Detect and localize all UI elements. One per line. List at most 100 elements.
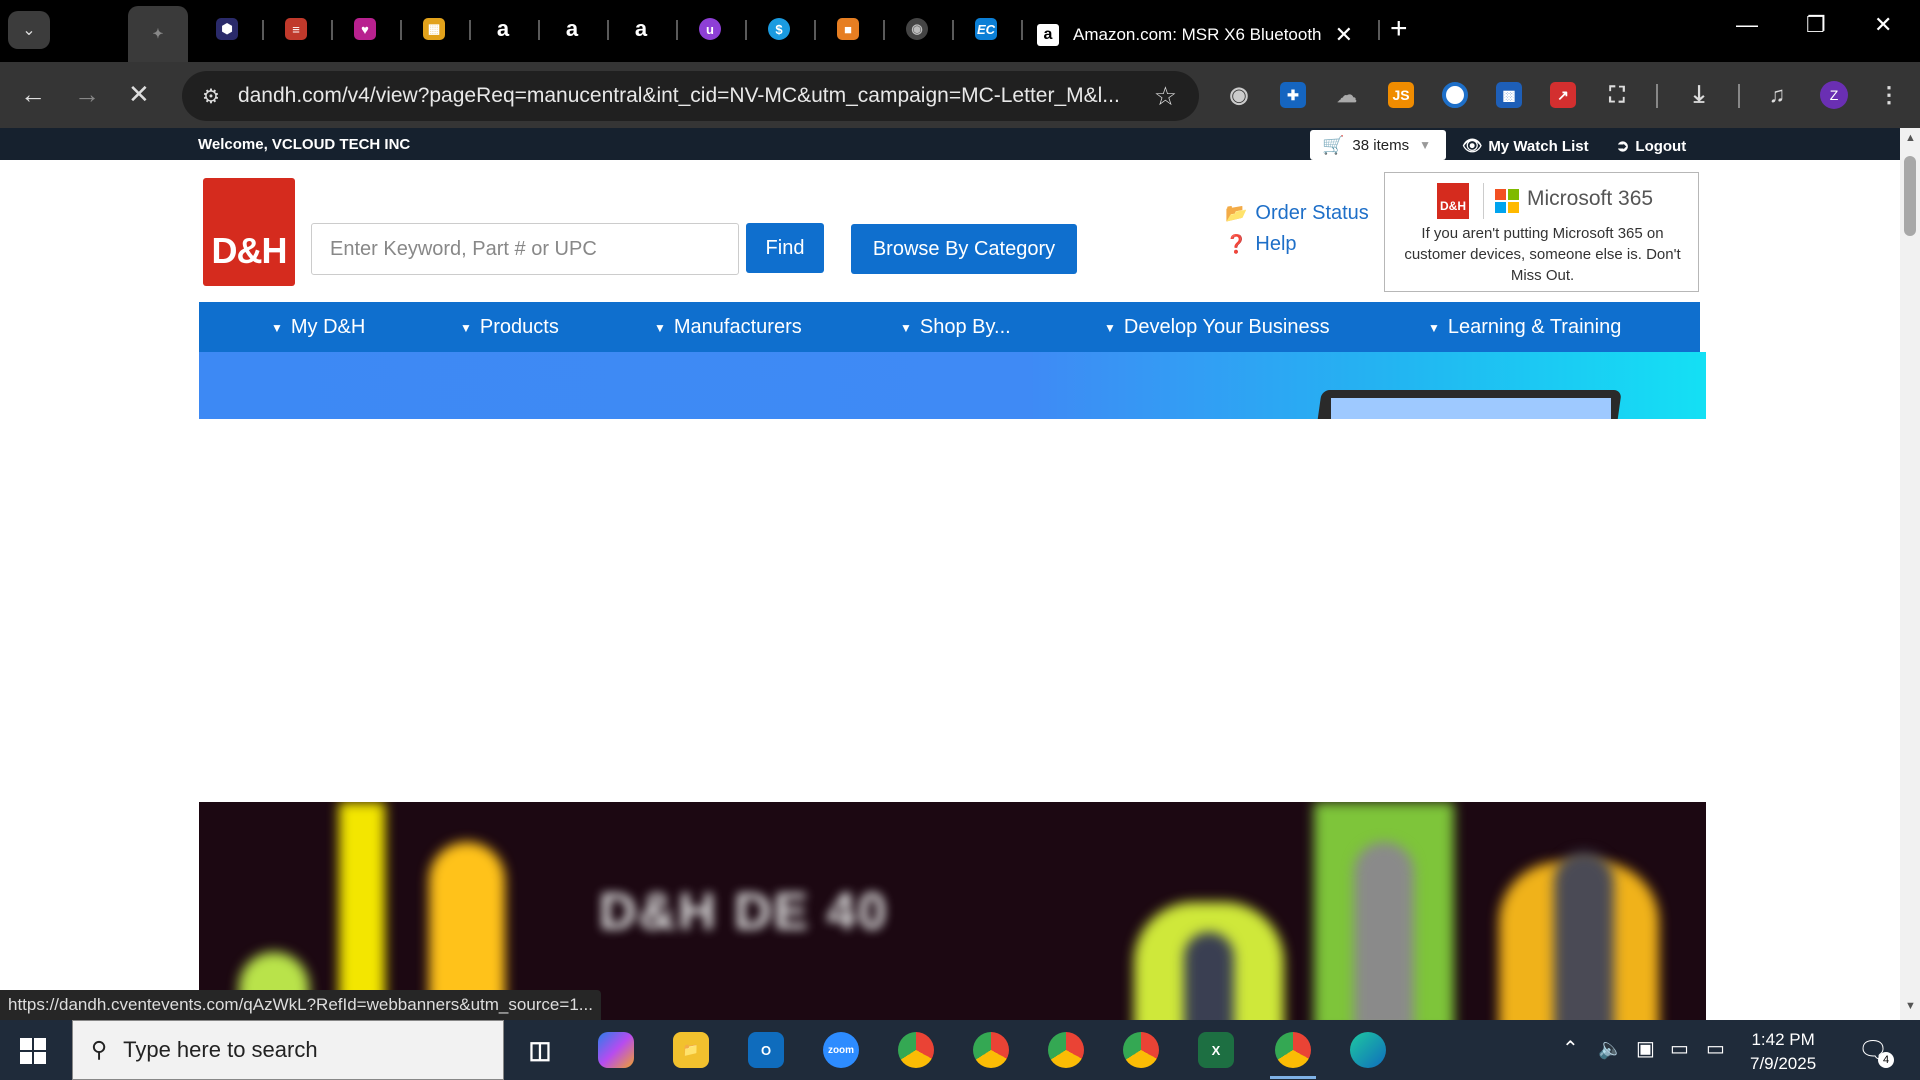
nav-manufacturers[interactable]: ▼ Manufacturers [654,316,802,339]
active-tab-title: Amazon.com: MSR X6 Bluetooth [1073,25,1322,44]
tab-separator [400,20,402,40]
banner-person [1554,852,1614,1020]
active-tab[interactable]: a Amazon.com: MSR X6 Bluetooth ✕ [1025,8,1365,62]
watch-list-link[interactable]: 👁 My Watch List [1462,136,1589,156]
pinned-tab-cube[interactable]: ⬢ [212,14,242,44]
taskbar-clock[interactable]: 1:42 PM 7/9/2025 [1750,1028,1816,1076]
pinned-tab-layers[interactable]: ≡ [281,14,311,44]
order-status-link[interactable]: 📂 Order Status [1225,202,1369,225]
tab-separator [1021,20,1023,40]
battery-icon[interactable]: ▭ [1670,1036,1689,1061]
close-window-icon[interactable]: ✕ [1874,12,1892,38]
cart-dropdown[interactable]: 🛒 38 items ▼ [1310,130,1446,160]
back-arrow-icon[interactable]: ← [20,80,46,108]
globe-extension-icon[interactable]: ◉ [1226,82,1252,108]
tab-separator [262,20,264,40]
task-view-icon[interactable]: ◫ [522,1032,558,1068]
nav-shop-by[interactable]: ▼ Shop By... [900,316,1011,339]
nav-products[interactable]: ▼ Products [460,316,559,339]
chrome-profile-1-icon[interactable] [898,1032,934,1068]
plus-extension-icon[interactable]: ✚ [1280,82,1306,108]
pinned-tab-box[interactable]: ■ [833,14,863,44]
edge-icon[interactable] [1350,1032,1386,1068]
profile-avatar[interactable]: Z [1820,81,1848,109]
nav-label: Learning & Training [1447,316,1622,338]
close-tab-icon[interactable]: ✕ [1335,22,1353,48]
browse-by-category-button[interactable]: Browse By Category [851,224,1077,274]
cloud-extension-icon[interactable]: ☁ [1334,82,1360,108]
address-url[interactable]: dandh.com/v4/view?pageReq=manucentral&in… [238,84,1128,108]
nav-my-dandh[interactable]: ▼ My D&H [271,316,365,339]
pinned-tab-loading[interactable]: ✦ [128,6,188,62]
loading-icon: ✦ [147,23,169,45]
network-icon[interactable]: ▭ [1706,1036,1725,1061]
nav-label: My D&H [290,316,366,338]
bars-extension-icon[interactable]: ▩ [1496,82,1522,108]
help-link[interactable]: ❓ Help [1225,233,1297,256]
download-icon[interactable]: ⤓ [1686,81,1712,108]
dandh-logo[interactable]: D&H [203,178,295,286]
pinned-tab-amazon-1[interactable]: a [488,14,518,44]
circle-extension-icon[interactable] [1442,82,1468,108]
pinned-tab-ec[interactable]: EC [971,14,1001,44]
microsoft-365-ad[interactable]: D&H Microsoft 365 If you aren't putting … [1384,172,1699,292]
stop-loading-icon[interactable]: ✕ [128,80,150,108]
tab-search-chevron-icon[interactable]: ⌄ [8,11,50,49]
zoom-icon[interactable]: zoom [823,1032,859,1068]
scroll-down-arrow-icon[interactable]: ▼ [1905,1000,1916,1012]
arrow-extension-icon[interactable]: ↗ [1550,82,1576,108]
puzzle-extensions-icon[interactable]: ⛶ [1604,82,1630,108]
media-control-icon[interactable]: ♫ [1764,82,1790,108]
hero-banner[interactable] [199,352,1706,419]
tray-chevron-up-icon[interactable]: ⌃ [1562,1036,1579,1061]
start-logo-square [20,1038,32,1050]
chrome-active-icon[interactable] [1275,1032,1311,1068]
pinned-tab-globe[interactable]: ◉ [902,14,932,44]
find-button[interactable]: Find [746,223,824,273]
u-icon: u [699,18,721,40]
js-extension-icon[interactable]: JS [1388,82,1414,108]
address-bar[interactable]: ⚙ dandh.com/v4/view?pageReq=manucentral&… [182,71,1199,121]
scroll-thumb[interactable] [1904,156,1916,236]
site-info-icon[interactable]: ⚙ [202,84,220,109]
outlook-icon[interactable]: O [748,1032,784,1068]
nav-label: Shop By... [919,316,1011,338]
pinned-tab-amazon-2[interactable]: a [557,14,587,44]
tab-separator [469,20,471,40]
taskbar-search-placeholder: Type here to search [123,1037,318,1062]
globe-icon: ◉ [906,18,928,40]
pinned-tab-u[interactable]: u [695,14,725,44]
chrome-icon[interactable] [1123,1032,1159,1068]
windows-start-icon[interactable] [20,1038,46,1064]
meet-now-icon[interactable]: ▣ [1636,1036,1655,1061]
browser-menu-icon[interactable]: ⋮ [1876,82,1902,108]
logout-label: Logout [1635,137,1687,155]
chrome-profile-3-icon[interactable] [1048,1032,1084,1068]
event-banner[interactable]: D&H DE 40 [199,802,1706,1020]
excel-icon[interactable]: X [1198,1032,1234,1068]
nav-learning-training[interactable]: ▼ Learning & Training [1428,316,1621,339]
pinned-tab-heart[interactable]: ♥ [350,14,380,44]
copilot-icon[interactable] [598,1032,634,1068]
volume-icon[interactable]: 🔈 [1598,1036,1623,1061]
restore-window-icon[interactable]: ❐ [1806,12,1826,38]
scroll-up-arrow-icon[interactable]: ▲ [1905,132,1916,144]
page-scrollbar[interactable]: ▲ ▼ [1900,128,1920,1020]
pinned-tab-dollar[interactable]: $ [764,14,794,44]
pinned-tab-amazon-3[interactable]: a [626,14,656,44]
forward-arrow-icon[interactable]: → [74,80,100,108]
nav-develop-your-business[interactable]: ▼ Develop Your Business [1104,316,1330,339]
new-tab-plus-icon[interactable]: + [1390,12,1408,46]
logout-link[interactable]: ➲ Logout [1616,136,1686,156]
pinned-tab-notebook[interactable]: ▦ [419,14,449,44]
file-explorer-icon[interactable]: 📁 [673,1032,709,1068]
caret-down-icon: ▼ [271,320,283,335]
bookmark-star-icon[interactable]: ☆ [1154,81,1177,112]
caret-down-icon: ▼ [900,320,912,335]
help-label: Help [1255,233,1297,255]
tab-separator [1378,20,1380,40]
minimize-window-icon[interactable]: — [1736,12,1758,38]
search-input[interactable] [311,223,739,275]
chrome-profile-2-icon[interactable] [973,1032,1009,1068]
taskbar-search-box[interactable]: ⚲ Type here to search [72,1020,504,1080]
